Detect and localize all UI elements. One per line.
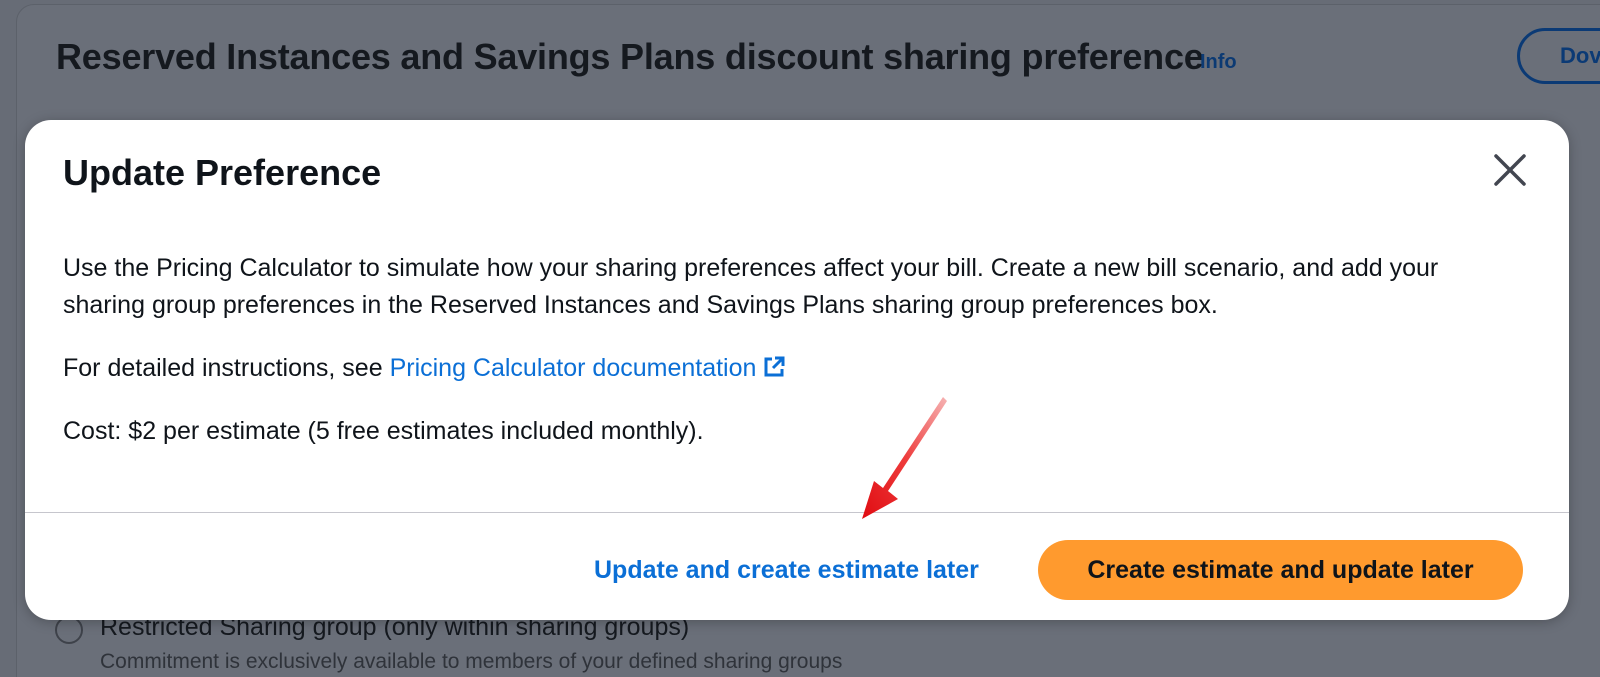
documentation-link-label: Pricing Calculator documentation [389, 354, 757, 382]
radio-description: Commitment is exclusively available to m… [100, 650, 843, 673]
download-button[interactable]: Dov [1517, 28, 1600, 84]
info-link[interactable]: Info [1200, 51, 1237, 74]
create-estimate-and-update-later-button[interactable]: Create estimate and update later [1038, 540, 1523, 600]
instructions-paragraph: For detailed instructions, see Pricing C… [63, 350, 1523, 387]
instructions-prefix: For detailed instructions, see [63, 354, 390, 382]
pricing-calculator-documentation-link[interactable]: Pricing Calculator documentation [390, 354, 787, 382]
cost-text: Cost: $2 per estimate (5 free estimates … [63, 417, 704, 445]
update-preference-modal: Update Preference Use the Pricing Calcul… [25, 120, 1569, 620]
modal-title: Update Preference [63, 152, 382, 193]
close-button[interactable] [1490, 150, 1530, 190]
footer-divider [25, 512, 1569, 513]
update-and-create-estimate-later-button[interactable]: Update and create estimate later [570, 540, 1003, 600]
close-icon [1494, 154, 1526, 186]
page-title: Reserved Instances and Savings Plans dis… [56, 36, 1204, 77]
body-paragraph: Use the Pricing Calculator to simulate h… [63, 254, 1439, 319]
restricted-sharing-radio[interactable] [55, 616, 83, 644]
external-link-icon [764, 356, 785, 377]
modal-body: Use the Pricing Calculator to simulate h… [63, 250, 1523, 476]
